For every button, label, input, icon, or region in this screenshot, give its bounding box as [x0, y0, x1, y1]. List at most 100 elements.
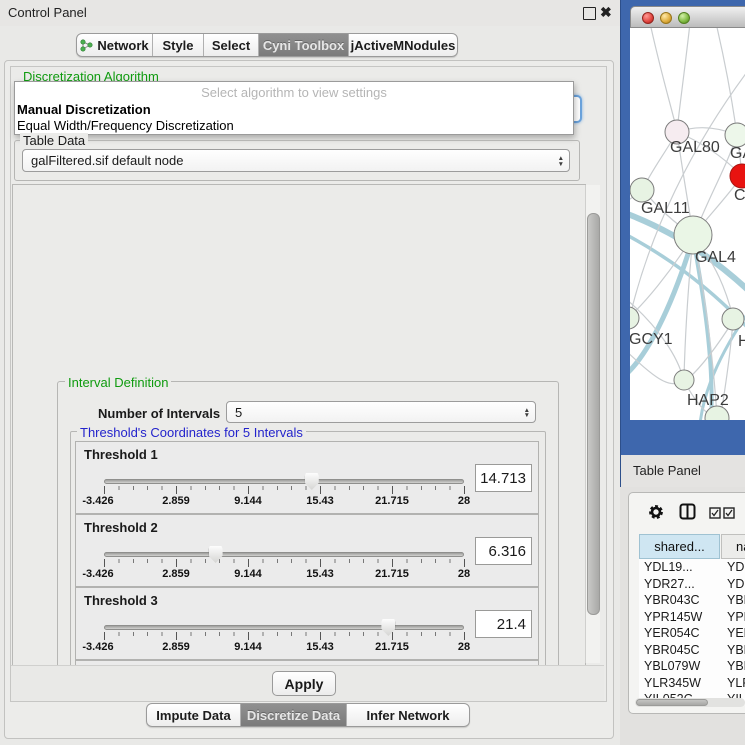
table-row[interactable]: YBR045CYBR0 — [639, 642, 745, 659]
tab-impute-data-label: Impute Data — [156, 708, 230, 723]
tab-network-label: Network — [97, 38, 148, 53]
apply-button[interactable]: Apply — [272, 671, 336, 696]
threshold-2-label: Threshold 2 — [84, 520, 158, 535]
cell[interactable]: YPR145W — [639, 610, 721, 624]
tick-label: 9.144 — [223, 568, 273, 580]
tab-jactivemnodules[interactable]: jActiveMNodules — [349, 34, 457, 56]
tab-style[interactable]: Style — [153, 34, 204, 56]
threshold-3-value-field[interactable]: 21.4 — [475, 610, 532, 638]
table-data-title: Table Data — [20, 133, 88, 148]
node-right-mid[interactable] — [722, 308, 744, 330]
tab-cyni-toolbox-label: Cyni Toolbox — [263, 38, 344, 53]
number-of-intervals-combobox[interactable]: 5 ▲▼ — [226, 401, 536, 423]
cell[interactable]: YER054C — [639, 626, 721, 640]
tab-select[interactable]: Select — [204, 34, 259, 56]
network-canvas[interactable]: GAL80 GA C GAL11 GAL4 GCY1 H HAP2 — [630, 28, 745, 420]
cell[interactable]: YDL1 — [721, 560, 745, 574]
cell[interactable]: YBR043C — [639, 593, 721, 607]
node-label: GAL80 — [670, 139, 720, 156]
table-horizontal-scrollbar-thumb[interactable] — [636, 699, 708, 706]
table-horizontal-scrollbar[interactable] — [635, 698, 745, 707]
cell[interactable]: YBR0 — [721, 593, 745, 607]
column-header-name[interactable]: na — [721, 534, 745, 559]
network-window-titlebar[interactable] — [630, 6, 745, 28]
top-tab-bar: Network Style Select Cyni Toolbox jActiv… — [76, 33, 458, 57]
checkbox-columns-icon[interactable] — [709, 506, 735, 524]
number-of-intervals-label: Number of Intervals — [98, 406, 220, 421]
tick-label: 21.715 — [367, 641, 417, 653]
tick-label: 28 — [439, 495, 489, 507]
node-hap2[interactable] — [674, 370, 694, 390]
threshold-2-slider-ticks — [104, 559, 465, 567]
table-data-combobox[interactable]: galFiltered.sif default node ▲▼ — [22, 149, 570, 172]
number-of-intervals-value: 5 — [235, 405, 242, 420]
table-row[interactable]: YER054CYER0 — [639, 625, 745, 642]
close-traffic-light-icon[interactable] — [642, 12, 654, 24]
minimize-traffic-light-icon[interactable] — [660, 12, 672, 24]
table-data-combobox-value: galFiltered.sif default node — [31, 153, 183, 168]
float-window-icon[interactable] — [583, 7, 596, 20]
cell[interactable]: YLR345W — [639, 676, 721, 690]
cell[interactable]: YDR2 — [721, 577, 745, 591]
panel-scrollbar-thumb[interactable] — [587, 213, 600, 615]
node-gal11[interactable] — [630, 178, 654, 202]
tab-impute-data[interactable]: Impute Data — [147, 704, 241, 726]
bottom-tab-bar: Impute Data Discretize Data Infer Networ… — [146, 703, 470, 727]
column-layout-icon[interactable] — [679, 503, 696, 525]
interval-definition-title: Interval Definition — [65, 375, 171, 390]
zoom-traffic-light-icon[interactable] — [678, 12, 690, 24]
node-label: HAP2 — [687, 392, 729, 409]
tab-discretize-data[interactable]: Discretize Data — [241, 704, 347, 726]
cell[interactable]: YDL19... — [639, 560, 721, 574]
threshold-1-value-field[interactable]: 14.713 — [475, 464, 532, 492]
gear-icon[interactable] — [647, 503, 665, 526]
threshold-3-slider-track[interactable] — [104, 625, 464, 630]
threshold-1-slider-track[interactable] — [104, 479, 464, 484]
node-label: C — [734, 187, 745, 204]
tick-label: 2.859 — [151, 641, 201, 653]
tab-select-label: Select — [212, 38, 250, 53]
cell[interactable]: YLR3 — [721, 676, 745, 690]
tick-label: 28 — [439, 568, 489, 580]
cell[interactable]: YBL079W — [639, 659, 721, 673]
threshold-2-row: Threshold 2 -3.426 2.859 9.144 15.43 21.… — [75, 514, 539, 587]
threshold-2-value-field[interactable]: 6.316 — [475, 537, 532, 565]
threshold-1-row: Threshold 1 -3.426 2.859 9.144 15.43 21.… — [75, 441, 539, 514]
threshold-2-slider-track[interactable] — [104, 552, 464, 557]
threshold-3-slider-ticks — [104, 632, 465, 640]
node-red-selected[interactable] — [730, 164, 745, 188]
cell[interactable]: YBR0 — [721, 643, 745, 657]
node-top-right[interactable] — [725, 123, 745, 147]
tab-infer-network[interactable]: Infer Network — [347, 704, 469, 726]
cell[interactable]: YPR1 — [721, 610, 745, 624]
cell[interactable]: YDR27... — [639, 577, 721, 591]
cell[interactable]: YBL0 — [721, 659, 745, 673]
network-view-window: GAL80 GA C GAL11 GAL4 GCY1 H HAP2 — [630, 6, 745, 420]
table-row[interactable]: YBL079WYBL0 — [639, 658, 745, 675]
column-header-shared[interactable]: shared... — [639, 534, 720, 559]
cell[interactable]: YER0 — [721, 626, 745, 640]
tick-label: 2.859 — [151, 495, 201, 507]
table-row[interactable]: YDL19...YDL1 — [639, 559, 745, 576]
network-icon — [80, 39, 93, 52]
tick-label: 9.144 — [223, 495, 273, 507]
tab-network[interactable]: Network — [77, 34, 153, 56]
tab-style-label: Style — [162, 38, 193, 53]
table-row[interactable]: YBR043CYBR0 — [639, 592, 745, 609]
network-graph: GAL80 GA C GAL11 GAL4 GCY1 H HAP2 — [630, 28, 745, 420]
threshold-1-label: Threshold 1 — [84, 447, 158, 462]
algorithm-dropdown-popup: Select algorithm to view settings Manual… — [14, 81, 574, 135]
tick-label: -3.426 — [73, 495, 123, 507]
tab-cyni-toolbox[interactable]: Cyni Toolbox — [259, 34, 349, 56]
table-row[interactable]: YLR345WYLR3 — [639, 675, 745, 692]
table-row[interactable]: YPR145WYPR1 — [639, 609, 745, 626]
cell[interactable]: YBR045C — [639, 643, 721, 657]
algorithm-option-manual[interactable]: Manual Discretization — [17, 102, 151, 117]
table-row[interactable]: YDR27...YDR2 — [639, 576, 745, 593]
algorithm-popup-hint: Select algorithm to view settings — [15, 85, 573, 100]
tick-label: 28 — [439, 641, 489, 653]
algorithm-option-equal-width[interactable]: Equal Width/Frequency Discretization — [17, 118, 234, 133]
table-card: shared... na YDL19...YDL1 YDR27...YDR2 Y… — [628, 492, 745, 714]
close-icon[interactable]: ✖ — [600, 4, 612, 21]
panel-scrollbar[interactable] — [585, 185, 600, 663]
